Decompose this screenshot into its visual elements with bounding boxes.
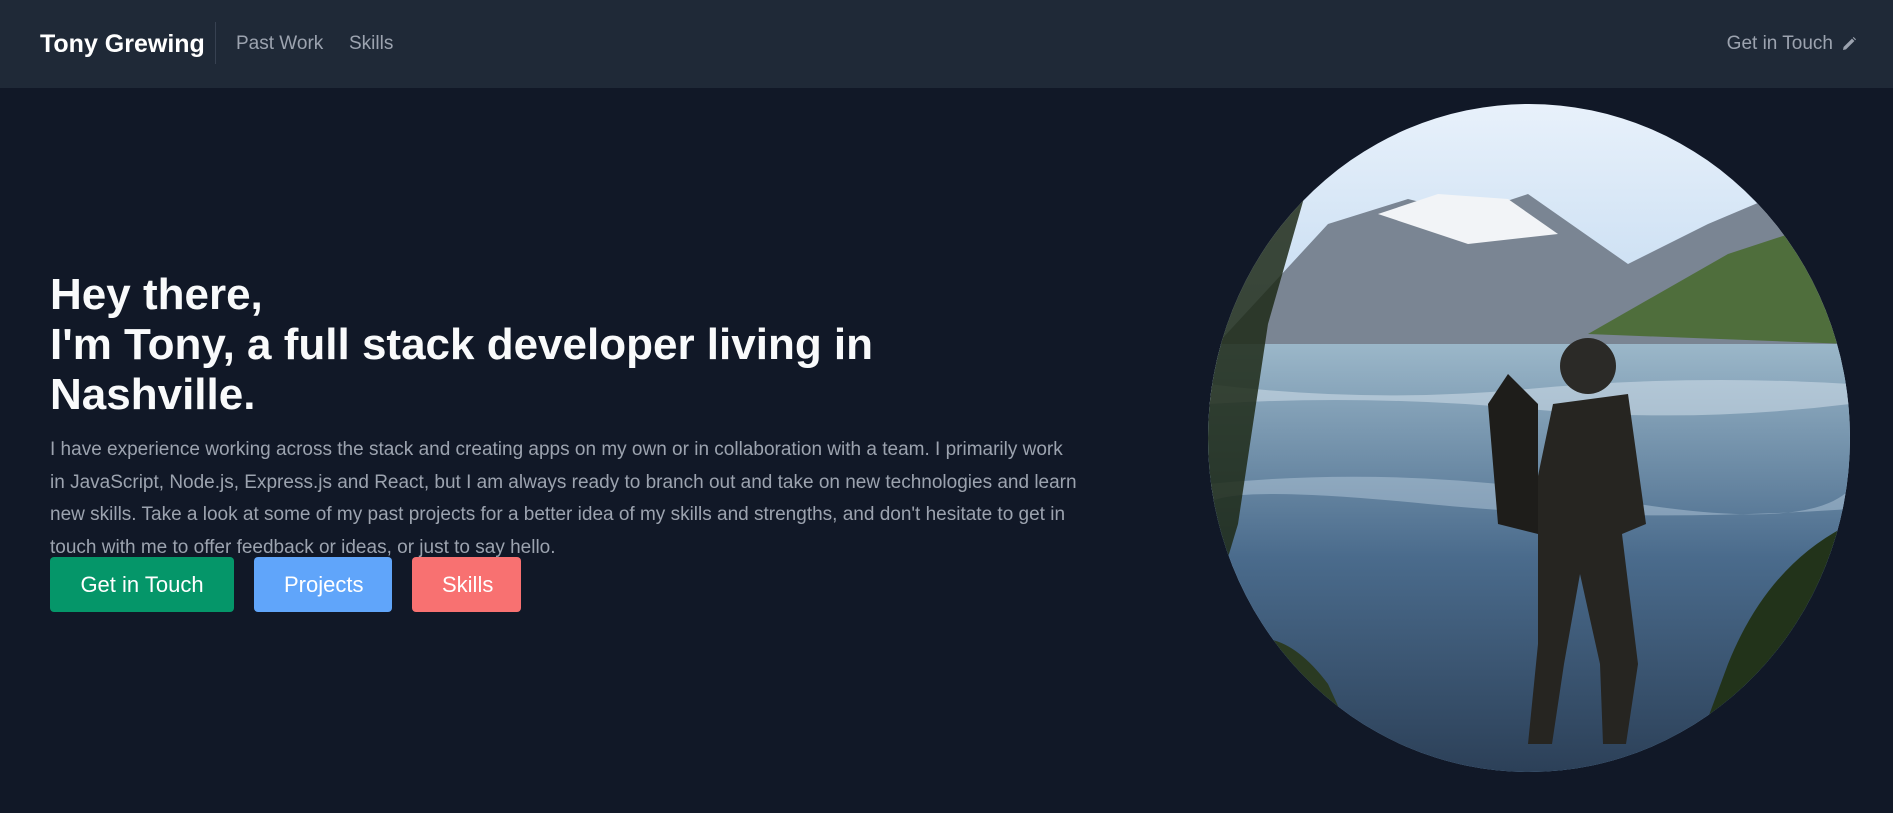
hero-description: I have experience working across the sta… xyxy=(50,439,1077,558)
hero-buttons: Get in Touch Projects Skills xyxy=(50,557,521,612)
hero-heading-line2: I'm Tony, a full stack developer living … xyxy=(50,320,874,419)
nav-get-in-touch-label: Get in Touch xyxy=(1726,33,1833,54)
hero-heading-line1: Hey there, xyxy=(50,270,263,319)
nav-link-past-work[interactable]: Past Work xyxy=(236,31,323,57)
hero-section: Hey there, I'm Tony, a full stack develo… xyxy=(50,270,1090,564)
nav-get-in-touch[interactable]: Get in Touch xyxy=(1727,31,1857,57)
projects-button[interactable]: Projects xyxy=(254,557,392,612)
hero-heading: Hey there, I'm Tony, a full stack develo… xyxy=(50,270,1090,420)
skills-button[interactable]: Skills xyxy=(412,557,521,612)
navbar: Tony Grewing Past Work Skills Get in Tou… xyxy=(0,0,1893,88)
nav-link-skills[interactable]: Skills xyxy=(349,31,393,57)
profile-photo xyxy=(1208,104,1850,772)
get-in-touch-button[interactable]: Get in Touch xyxy=(50,557,234,612)
nav-divider xyxy=(215,22,216,64)
brand-name[interactable]: Tony Grewing xyxy=(40,27,205,61)
pencil-icon xyxy=(1843,37,1856,50)
